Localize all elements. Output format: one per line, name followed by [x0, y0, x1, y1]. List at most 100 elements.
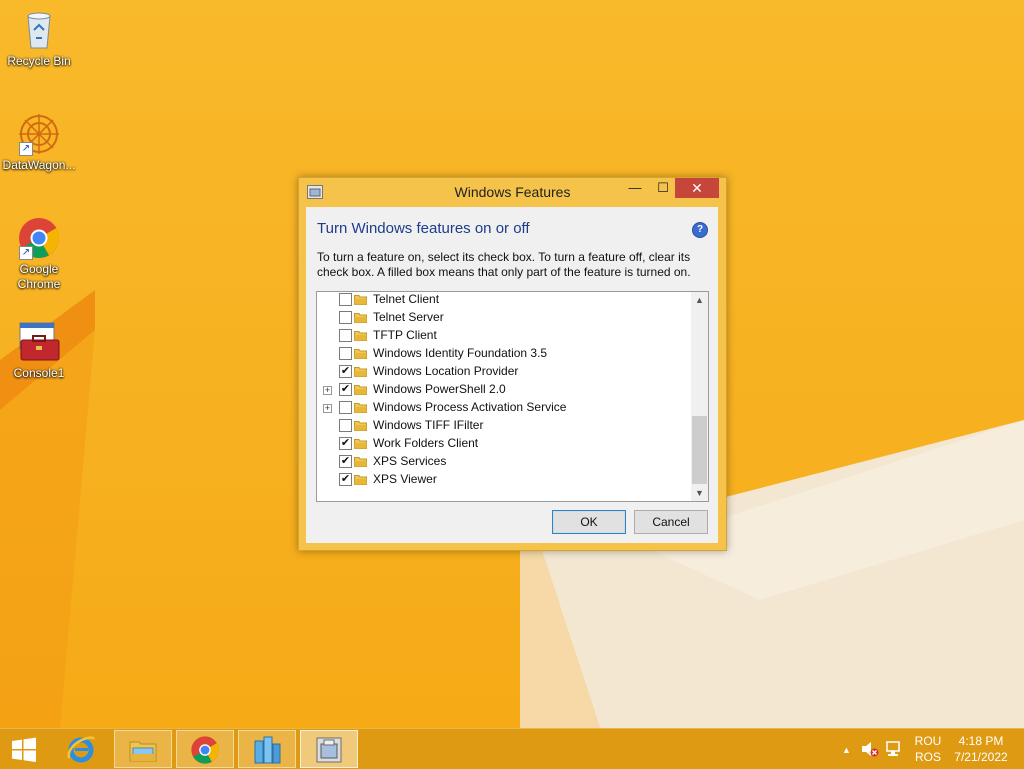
start-button[interactable]	[0, 730, 50, 768]
expand-icon[interactable]: +	[323, 404, 332, 413]
console-toolbox-icon	[17, 320, 61, 364]
keyboard-layout-code: ROS	[914, 750, 941, 764]
feature-label: Windows Process Activation Service	[373, 400, 567, 414]
dialog-titlebar[interactable]: Windows Features — ☐ ✕	[299, 178, 726, 206]
recycle-bin-icon	[17, 8, 61, 52]
desktop-icon-datawagon[interactable]: ↗ DataWagon...	[1, 112, 77, 173]
taskbar-internet-explorer[interactable]	[52, 730, 110, 768]
scroll-down-icon[interactable]: ▼	[691, 485, 708, 501]
windows-features-dialog: Windows Features — ☐ ✕ Turn Windows feat…	[298, 177, 727, 551]
minimize-button[interactable]: —	[621, 178, 649, 198]
taskbar: ▲ ROU ROS 4:18 PM 7/21/2022	[0, 728, 1024, 769]
feature-checkbox[interactable]	[339, 419, 352, 432]
folder-icon	[354, 457, 367, 467]
feature-checkbox[interactable]	[339, 401, 352, 414]
feature-label: Windows TIFF IFilter	[373, 418, 484, 432]
dialog-client-area: Turn Windows features on or off ? To tur…	[306, 207, 718, 543]
feature-row[interactable]: Windows TIFF IFilter	[317, 417, 689, 435]
scroll-up-icon[interactable]: ▲	[691, 292, 708, 308]
taskbar-chrome[interactable]	[176, 730, 234, 768]
feature-label: XPS Viewer	[373, 472, 437, 486]
feature-checkbox[interactable]	[339, 347, 352, 360]
shortcut-arrow-icon: ↗	[19, 142, 33, 156]
clock-time: 4:18 PM	[958, 734, 1004, 748]
feature-label: Windows PowerShell 2.0	[373, 382, 506, 396]
feature-label: Telnet Server	[373, 310, 444, 324]
feature-label: Windows Identity Foundation 3.5	[373, 346, 548, 360]
folder-icon	[354, 403, 367, 413]
maximize-button[interactable]: ☐	[649, 178, 677, 198]
feature-label: TFTP Client	[373, 328, 437, 342]
minimize-icon: —	[628, 180, 642, 195]
desktop-icon-recycle-bin[interactable]: Recycle Bin	[1, 8, 77, 69]
clock-date: 7/21/2022	[954, 750, 1008, 764]
feature-checkbox[interactable]: ✔	[339, 473, 352, 486]
feature-checkbox[interactable]: ✔	[339, 365, 352, 378]
cancel-button[interactable]: Cancel	[634, 510, 708, 534]
feature-row[interactable]: Telnet Server	[317, 309, 689, 327]
folder-icon	[354, 421, 367, 431]
internet-explorer-icon	[67, 736, 96, 763]
desktop-icon-label: DataWagon...	[2, 158, 76, 172]
close-icon: ✕	[691, 180, 703, 196]
server-manager-icon	[254, 736, 281, 764]
folder-icon	[354, 385, 367, 395]
dialog-heading: Turn Windows features on or off	[317, 220, 530, 237]
feature-row[interactable]: Telnet Client	[317, 292, 689, 309]
feature-checkbox[interactable]: ✔	[339, 383, 352, 396]
feature-row[interactable]: ✔ Work Folders Client	[317, 435, 689, 453]
feature-label: Telnet Client	[373, 292, 440, 306]
feature-row[interactable]: + Windows Process Activation Service	[317, 399, 689, 417]
chrome-icon	[191, 736, 219, 764]
feature-checkbox[interactable]	[339, 293, 352, 306]
system-clock[interactable]: 4:18 PM 7/21/2022	[950, 733, 1012, 765]
scrollbar-thumb[interactable]	[692, 416, 707, 484]
folder-icon	[354, 331, 367, 341]
feature-row[interactable]: TFTP Client	[317, 327, 689, 345]
folder-icon	[354, 295, 367, 305]
help-icon[interactable]: ?	[692, 222, 708, 238]
start-icon	[12, 737, 36, 762]
file-explorer-icon	[129, 741, 157, 762]
maximize-icon: ☐	[657, 180, 669, 195]
feature-label: Windows Location Provider	[373, 364, 519, 378]
folder-icon	[354, 367, 367, 377]
windows-features-icon	[316, 737, 342, 763]
folder-icon	[354, 313, 367, 323]
folder-icon	[354, 349, 367, 359]
show-hidden-icons-button[interactable]: ▲	[842, 742, 851, 756]
expand-icon[interactable]: +	[323, 386, 332, 395]
desktop-icon-label: Console1	[13, 366, 65, 380]
desktop-icon-label: Recycle Bin	[7, 54, 71, 68]
shortcut-arrow-icon: ↗	[19, 246, 33, 260]
desktop-icon-google-chrome[interactable]: ↗ Google Chrome	[1, 216, 77, 292]
feature-checkbox[interactable]: ✔	[339, 455, 352, 468]
ok-button[interactable]: OK	[552, 510, 626, 534]
folder-icon	[354, 439, 367, 449]
features-tree[interactable]: ▲ ▼ Telnet Client Telnet Server TFTP Clien…	[316, 291, 709, 502]
feature-checkbox[interactable]	[339, 329, 352, 342]
chrome-icon: ↗	[17, 216, 61, 260]
desktop-icon-label: Google Chrome	[17, 262, 61, 291]
folder-icon	[354, 475, 367, 485]
feature-row[interactable]: ✔ XPS Services	[317, 453, 689, 471]
speaker-muted-icon[interactable]	[861, 741, 879, 757]
chevron-up-icon: ▲	[842, 745, 851, 755]
feature-row[interactable]: Windows Identity Foundation 3.5	[317, 345, 689, 363]
desktop-icon-console1[interactable]: Console1	[1, 320, 77, 381]
tree-scrollbar[interactable]: ▲ ▼	[691, 292, 708, 501]
language-indicator[interactable]: ROU ROS	[910, 733, 946, 765]
feature-checkbox[interactable]: ✔	[339, 437, 352, 450]
feature-checkbox[interactable]	[339, 311, 352, 324]
taskbar-file-explorer[interactable]	[114, 730, 172, 768]
feature-row[interactable]: + ✔ Windows PowerShell 2.0	[317, 381, 689, 399]
taskbar-windows-features[interactable]	[300, 730, 358, 768]
feature-row[interactable]: ✔ Windows Location Provider	[317, 363, 689, 381]
taskbar-server-manager[interactable]	[238, 730, 296, 768]
feature-label: XPS Services	[373, 454, 447, 468]
close-button[interactable]: ✕	[675, 178, 719, 198]
language-code: ROU	[914, 734, 942, 748]
network-icon[interactable]	[885, 741, 903, 757]
feature-row[interactable]: ✔ XPS Viewer	[317, 471, 689, 489]
dialog-description: To turn a feature on, select its check b…	[317, 250, 691, 279]
